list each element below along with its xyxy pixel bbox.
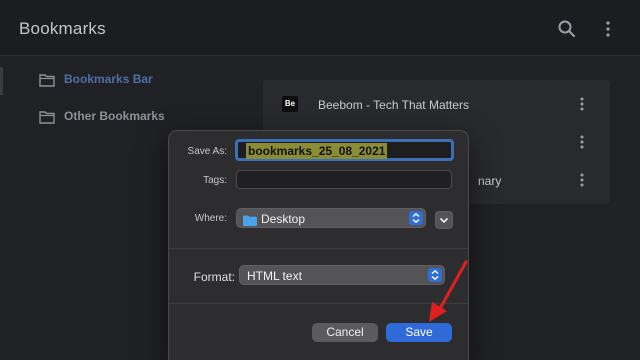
format-label: Format: — [193, 270, 235, 284]
search-icon[interactable] — [557, 19, 577, 39]
toolbar: Bookmarks — [0, 0, 640, 56]
tags-label: Tags: — [203, 175, 227, 186]
expand-button[interactable] — [435, 211, 453, 229]
folder-icon — [243, 213, 257, 226]
more-vertical-icon[interactable] — [598, 19, 618, 39]
folder-icon — [39, 73, 55, 87]
divider — [169, 303, 468, 304]
chevron-updown-icon — [409, 211, 423, 225]
save-as-value: bookmarks_25_08_2021 — [246, 143, 388, 159]
sidebar-item-label: Bookmarks Bar — [64, 72, 153, 86]
where-label: Where: — [194, 213, 227, 224]
format-value: HTML text — [247, 269, 302, 283]
where-value: Desktop — [261, 212, 306, 226]
page-title: Bookmarks — [19, 19, 106, 38]
save-button[interactable]: Save — [386, 323, 452, 342]
chevron-down-icon — [436, 215, 452, 232]
more-vertical-icon[interactable] — [575, 96, 589, 112]
more-vertical-icon[interactable] — [575, 134, 589, 150]
save-dialog: Save As: bookmarks_25_08_2021 Tags: Wher… — [168, 130, 469, 360]
sidebar-item-bookmarks-bar[interactable]: Bookmarks Bar — [0, 64, 240, 96]
folder-icon — [39, 110, 55, 124]
bookmark-title: Beebom - Tech That Matters — [318, 98, 469, 112]
save-as-label: Save As: — [187, 146, 227, 157]
chevron-updown-icon — [428, 268, 442, 282]
bookmark-title: nary — [478, 174, 502, 188]
format-dropdown[interactable]: HTML text — [239, 265, 445, 285]
sidebar-item-label: Other Bookmarks — [64, 109, 165, 123]
list-item[interactable]: Be Beebom - Tech That Matters — [263, 83, 610, 123]
save-as-field[interactable]: bookmarks_25_08_2021 — [235, 139, 454, 161]
tags-field[interactable] — [236, 170, 452, 189]
site-favicon: Be — [282, 96, 298, 112]
divider — [169, 248, 468, 249]
where-dropdown[interactable]: Desktop — [236, 208, 426, 228]
sidebar-item-other-bookmarks[interactable]: Other Bookmarks — [0, 101, 240, 133]
cancel-button[interactable]: Cancel — [312, 323, 378, 342]
more-vertical-icon[interactable] — [575, 172, 589, 188]
